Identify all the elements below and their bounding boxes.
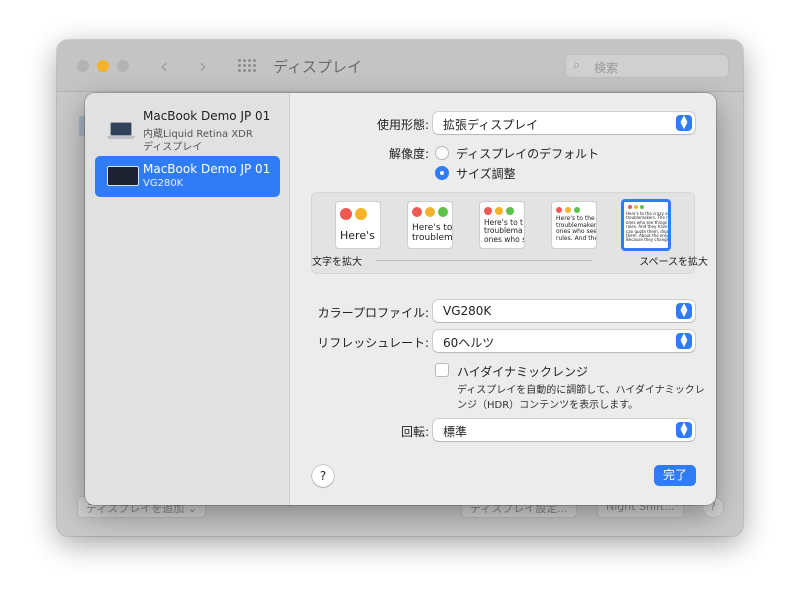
hdr-checkbox[interactable]	[435, 363, 449, 377]
window-titlebar: ‹ › ディスプレイ ⌕ 検索	[57, 40, 743, 92]
window-title: ディスプレイ	[273, 58, 362, 76]
chevron-right-icon[interactable]: ›	[199, 54, 207, 78]
up-down-chevron-icon: ▲ ▼	[676, 115, 692, 131]
search-icon: ⌕	[573, 58, 581, 73]
refresh-rate-popup[interactable]: 60ヘルツ ▲ ▼	[433, 330, 695, 352]
minimize-window-button[interactable]	[97, 60, 109, 72]
up-down-chevron-icon: ▲ ▼	[676, 333, 692, 349]
hdr-description: ディスプレイを自動的に調節して、ハイダイナミックレンジ（HDR）コンテンツを表示…	[457, 385, 705, 411]
close-window-button[interactable]	[77, 60, 89, 72]
color-profile-label: カラープロファイル:	[317, 306, 429, 320]
monitor-icon	[107, 166, 139, 186]
resolution-label: 解像度:	[388, 147, 429, 161]
laptop-icon	[107, 122, 135, 142]
resolution-scaled-radio[interactable]	[435, 166, 449, 180]
hdr-label: ハイダイナミックレンジ	[457, 365, 589, 379]
resolution-default-radio[interactable]	[435, 146, 449, 160]
display-list-sidebar: MacBook Demo JP 01 内蔵Liquid Retina XDR デ…	[85, 93, 290, 505]
zoom-window-button[interactable]	[117, 60, 129, 72]
display-subtitle-2: ディスプレイ	[143, 142, 203, 153]
help-button[interactable]: ?	[312, 465, 334, 487]
refresh-rate-label: リフレッシュレート:	[317, 336, 429, 350]
search-field[interactable]: ⌕ 検索	[565, 54, 729, 78]
rotation-popup[interactable]: 標準 ▲ ▼	[433, 419, 695, 441]
larger-text-label: 文字を拡大	[312, 257, 362, 268]
sidebar-item-builtin-display[interactable]: MacBook Demo JP 01 内蔵Liquid Retina XDR デ…	[95, 103, 280, 159]
resolution-thumbnail-3[interactable]: Here's to t troublema ones who s	[479, 201, 525, 249]
up-down-chevron-icon: ▲ ▼	[676, 422, 692, 438]
resolution-default-label: ディスプレイのデフォルト	[456, 147, 600, 161]
resolution-thumbnail-5[interactable]: Here's to the crazy ones troublemakers. …	[621, 199, 671, 251]
resolution-thumbnail-1[interactable]: Here's	[335, 201, 381, 249]
color-profile-popup[interactable]: VG280K ▲ ▼	[433, 300, 695, 322]
rotation-label: 回転:	[400, 425, 429, 439]
show-all-grid-icon[interactable]	[238, 59, 256, 73]
display-name: MacBook Demo JP 01	[143, 162, 271, 176]
more-space-label: スペースを拡大	[639, 257, 708, 268]
chevron-left-icon[interactable]: ‹	[160, 54, 168, 78]
resolution-thumbnail-2[interactable]: Here's to troublem	[407, 201, 453, 249]
display-settings-sheet: MacBook Demo JP 01 内蔵Liquid Retina XDR デ…	[85, 93, 716, 505]
use-as-label: 使用形態:	[376, 118, 429, 132]
display-settings-panel: 使用形態: 拡張ディスプレイ ▲ ▼ 解像度: ディスプレイのデフォルト サイズ調…	[290, 93, 716, 505]
scaled-resolution-picker: Here's Here's to troublem Here's to t tr…	[311, 192, 695, 274]
resolution-thumbnail-4[interactable]: Here's to the cr troublemakers. T ones w…	[551, 201, 597, 249]
display-name: MacBook Demo JP 01	[143, 109, 271, 123]
up-down-chevron-icon: ▲ ▼	[676, 303, 692, 319]
sidebar-item-external-display[interactable]: MacBook Demo JP 01 VG280K	[95, 156, 280, 197]
use-as-popup[interactable]: 拡張ディスプレイ ▲ ▼	[433, 112, 695, 134]
display-subtitle: VG280K	[143, 178, 184, 189]
search-placeholder: 検索	[594, 61, 619, 75]
resolution-scale-track	[376, 260, 592, 261]
resolution-scaled-label: サイズ調整	[456, 167, 516, 181]
done-button[interactable]: 完了	[654, 465, 696, 486]
